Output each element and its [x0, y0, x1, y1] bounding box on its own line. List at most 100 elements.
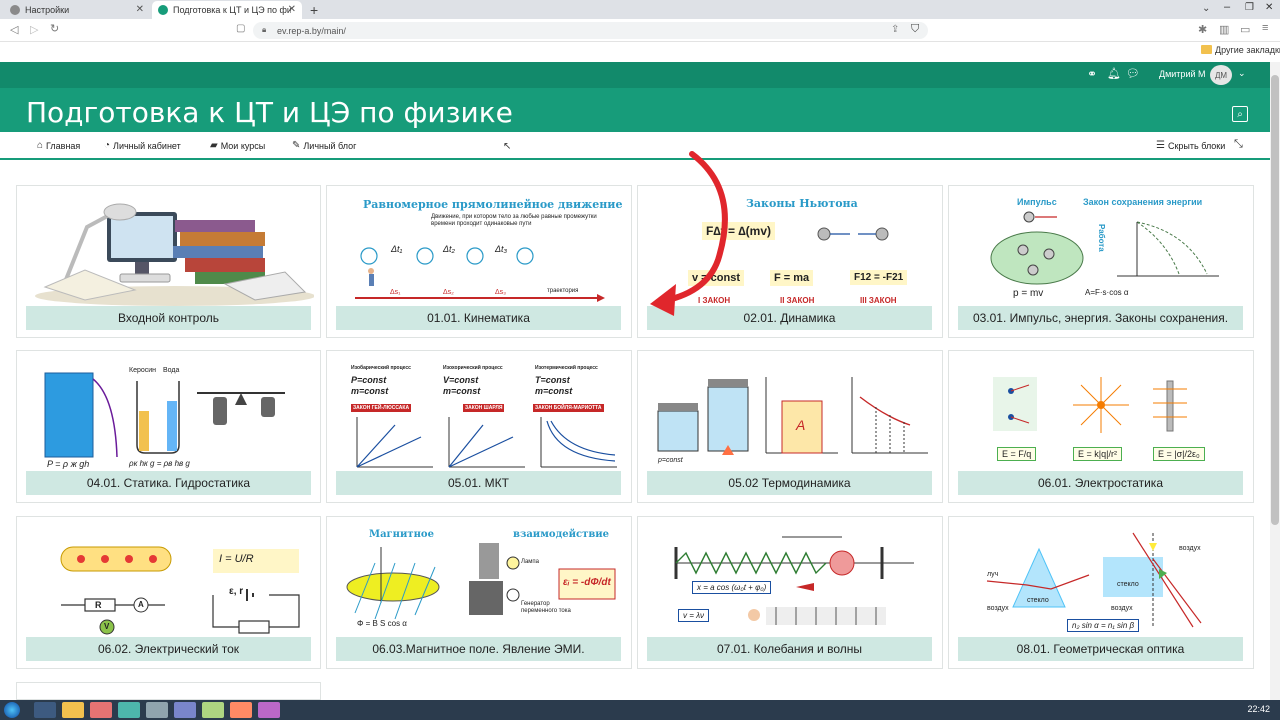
- optics-label: луч: [987, 571, 999, 578]
- briefcase-icon: ▰: [210, 140, 218, 151]
- course-image[interactable]: Равномерное прямолинейное движение Движе…: [335, 192, 625, 306]
- svg-text:Δt₁: Δt₁: [390, 244, 403, 254]
- course-image[interactable]: луч воздух стекло воздух стекло воздух n…: [957, 523, 1247, 637]
- course-image[interactable]: Керосин Вода P = ρ ж gh ρк hк g = ρв hв …: [25, 357, 314, 471]
- course-card[interactable]: Равномерное прямолинейное движение Движе…: [326, 185, 632, 338]
- search-icon[interactable]: ⌕: [1232, 106, 1248, 122]
- share-icon[interactable]: ⇪: [891, 24, 899, 35]
- taskbar-app[interactable]: [258, 702, 280, 718]
- formula: n₂ sin α = n₁ sin β: [1067, 619, 1140, 632]
- formula: E = F/q: [997, 447, 1037, 461]
- tab-other[interactable]: +: [304, 1, 450, 19]
- forward-icon[interactable]: ▷: [30, 23, 38, 36]
- close-window-button[interactable]: ✕: [1265, 2, 1273, 13]
- course-card[interactable]: Изобарический процесс P=const m=const ЗА…: [326, 350, 632, 503]
- collapse-icon[interactable]: ⤡: [1234, 138, 1243, 151]
- course-title[interactable]: 05.02 Термодинамика: [647, 471, 932, 495]
- taskbar-clock[interactable]: 22:42: [1247, 704, 1270, 714]
- law-label: II ЗАКОН: [780, 296, 815, 305]
- course-card[interactable]: x = a cos (ω₀t + φ₀) v = λν 07.01. Колеб…: [637, 516, 943, 669]
- taskbar-app[interactable]: [118, 702, 140, 718]
- course-image[interactable]: p=const A: [646, 357, 936, 471]
- taskbar-app[interactable]: [90, 702, 112, 718]
- user-name[interactable]: Дмитрий М: [1159, 69, 1206, 79]
- lamp-label: Лампа: [521, 559, 539, 565]
- course-card[interactable]: I = U/R R ε, r A V 06.02. Электрический …: [16, 516, 321, 669]
- close-icon[interactable]: ✕: [136, 4, 144, 15]
- scrollbar-thumb[interactable]: [1271, 75, 1279, 525]
- taskbar-app[interactable]: [34, 702, 56, 718]
- url-input[interactable]: 🔒︎ ev.rep-a.by/main/ ⇪ ⛉: [253, 22, 928, 39]
- course-card[interactable]: Керосин Вода P = ρ ж gh ρк hк g = ρв hв …: [16, 350, 321, 503]
- bookmark-icon[interactable]: ▢: [236, 23, 245, 34]
- taskbar-app[interactable]: [174, 702, 196, 718]
- course-image[interactable]: Магнитное взаимодействие Лампа Генератор…: [335, 523, 625, 637]
- chat-icon[interactable]: 💬︎: [1126, 67, 1140, 80]
- list-icon: ☰: [1156, 140, 1165, 151]
- course-title[interactable]: 05.01. МКТ: [336, 471, 621, 495]
- course-image[interactable]: I = U/R R ε, r A V: [25, 523, 314, 637]
- course-image[interactable]: x = a cos (ω₀t + φ₀) v = λν: [646, 523, 936, 637]
- course-title[interactable]: 06.01. Электростатика: [958, 471, 1243, 495]
- nav-dashboard[interactable]: ◔ Личный кабинет: [104, 140, 181, 151]
- close-icon[interactable]: ✕: [288, 4, 296, 15]
- os-taskbar: 22:42: [0, 700, 1280, 720]
- nav-label: Личный кабинет: [113, 140, 181, 151]
- tab-course[interactable]: Подготовка к ЦТ и ЦЭ по физике ✕: [152, 1, 302, 19]
- nav-blog[interactable]: ✎ Личный блог: [292, 140, 356, 151]
- tab-search-icon[interactable]: ⌄: [1202, 3, 1210, 14]
- course-image[interactable]: [127, 687, 167, 701]
- chevron-down-icon[interactable]: ⌄: [1238, 68, 1246, 79]
- course-card[interactable]: Магнитное взаимодействие Лампа Генератор…: [326, 516, 632, 669]
- hide-blocks-label: Скрыть блоки: [1167, 140, 1226, 151]
- course-image[interactable]: E = F/q E = k|q|/r² E = |σ|/2ε₀: [957, 357, 1247, 471]
- sidebar-icon[interactable]: ▥: [1219, 23, 1229, 36]
- site-top-bar: ⚭ 🔔︎ 💬︎ Дмитрий М ДМ ⌄: [0, 62, 1270, 88]
- reload-icon[interactable]: ↻: [50, 22, 59, 35]
- menu-icon[interactable]: ≡: [1262, 22, 1268, 34]
- nav-label: Личный блог: [303, 140, 357, 151]
- taskbar-app[interactable]: [146, 702, 168, 718]
- course-title[interactable]: Входной контроль: [26, 306, 311, 330]
- nav-home[interactable]: ⌂ Главная: [37, 140, 80, 151]
- course-title[interactable]: 04.01. Статика. Гидростатика: [26, 471, 311, 495]
- start-button[interactable]: [4, 702, 20, 718]
- formula: Φ = B S cos α: [357, 619, 407, 628]
- course-title[interactable]: 06.03.Магнитное поле. Явление ЭМИ.: [336, 637, 621, 661]
- course-image[interactable]: Импульс Закон сохранения энергии Работа …: [957, 192, 1247, 306]
- course-card[interactable]: Входной контроль: [16, 185, 321, 338]
- bookmarks-folder[interactable]: Другие закладки: [1215, 45, 1280, 55]
- course-card[interactable]: луч воздух стекло воздух стекло воздух n…: [948, 516, 1254, 669]
- restore-window-button[interactable]: ❐: [1245, 2, 1254, 13]
- avatar[interactable]: ДМ: [1210, 65, 1232, 85]
- taskbar-app[interactable]: [202, 702, 224, 718]
- course-title[interactable]: 07.01. Колебания и волны: [647, 637, 932, 661]
- course-title[interactable]: 03.01. Импульс, энергия. Законы сохранен…: [958, 306, 1243, 330]
- hide-blocks-button[interactable]: ☰ Скрыть блоки: [1156, 140, 1225, 151]
- course-card[interactable]: E = F/q E = k|q|/r² E = |σ|/2ε₀ 06.01. Э…: [948, 350, 1254, 503]
- extensions-icon[interactable]: ✱: [1198, 23, 1207, 36]
- svg-text:Δs₃: Δs₃: [495, 289, 506, 296]
- course-card[interactable]: [16, 682, 321, 700]
- formula: P = ρ ж gh: [47, 459, 90, 469]
- course-title[interactable]: 01.01. Кинематика: [336, 306, 621, 330]
- course-image[interactable]: Изобарический процесс P=const m=const ЗА…: [335, 357, 625, 471]
- taskbar-app[interactable]: [230, 702, 252, 718]
- path-label: траектория: [547, 288, 579, 294]
- wallet-icon[interactable]: ▭: [1240, 23, 1250, 36]
- course-image[interactable]: [25, 192, 314, 306]
- course-title[interactable]: 08.01. Геометрическая оптика: [958, 637, 1243, 661]
- formula: p=const: [658, 457, 683, 464]
- course-title[interactable]: 06.02. Электрический ток: [26, 637, 311, 661]
- share-nodes-icon[interactable]: ⚭: [1087, 67, 1097, 81]
- minimize-window-button[interactable]: –: [1224, 1, 1230, 13]
- bell-icon[interactable]: 🔔︎: [1107, 67, 1121, 80]
- shield-icon[interactable]: ⛉: [911, 23, 919, 36]
- taskbar-app[interactable]: [62, 702, 84, 718]
- tab-settings[interactable]: Настройки ✕: [4, 1, 150, 19]
- new-tab-button[interactable]: +: [310, 2, 318, 18]
- nav-my-courses[interactable]: ▰ Мои курсы: [210, 140, 265, 151]
- back-icon[interactable]: ◁: [10, 23, 18, 36]
- course-card[interactable]: p=const A 05.02 Термодинамика: [637, 350, 943, 503]
- course-card[interactable]: Импульс Закон сохранения энергии Работа …: [948, 185, 1254, 338]
